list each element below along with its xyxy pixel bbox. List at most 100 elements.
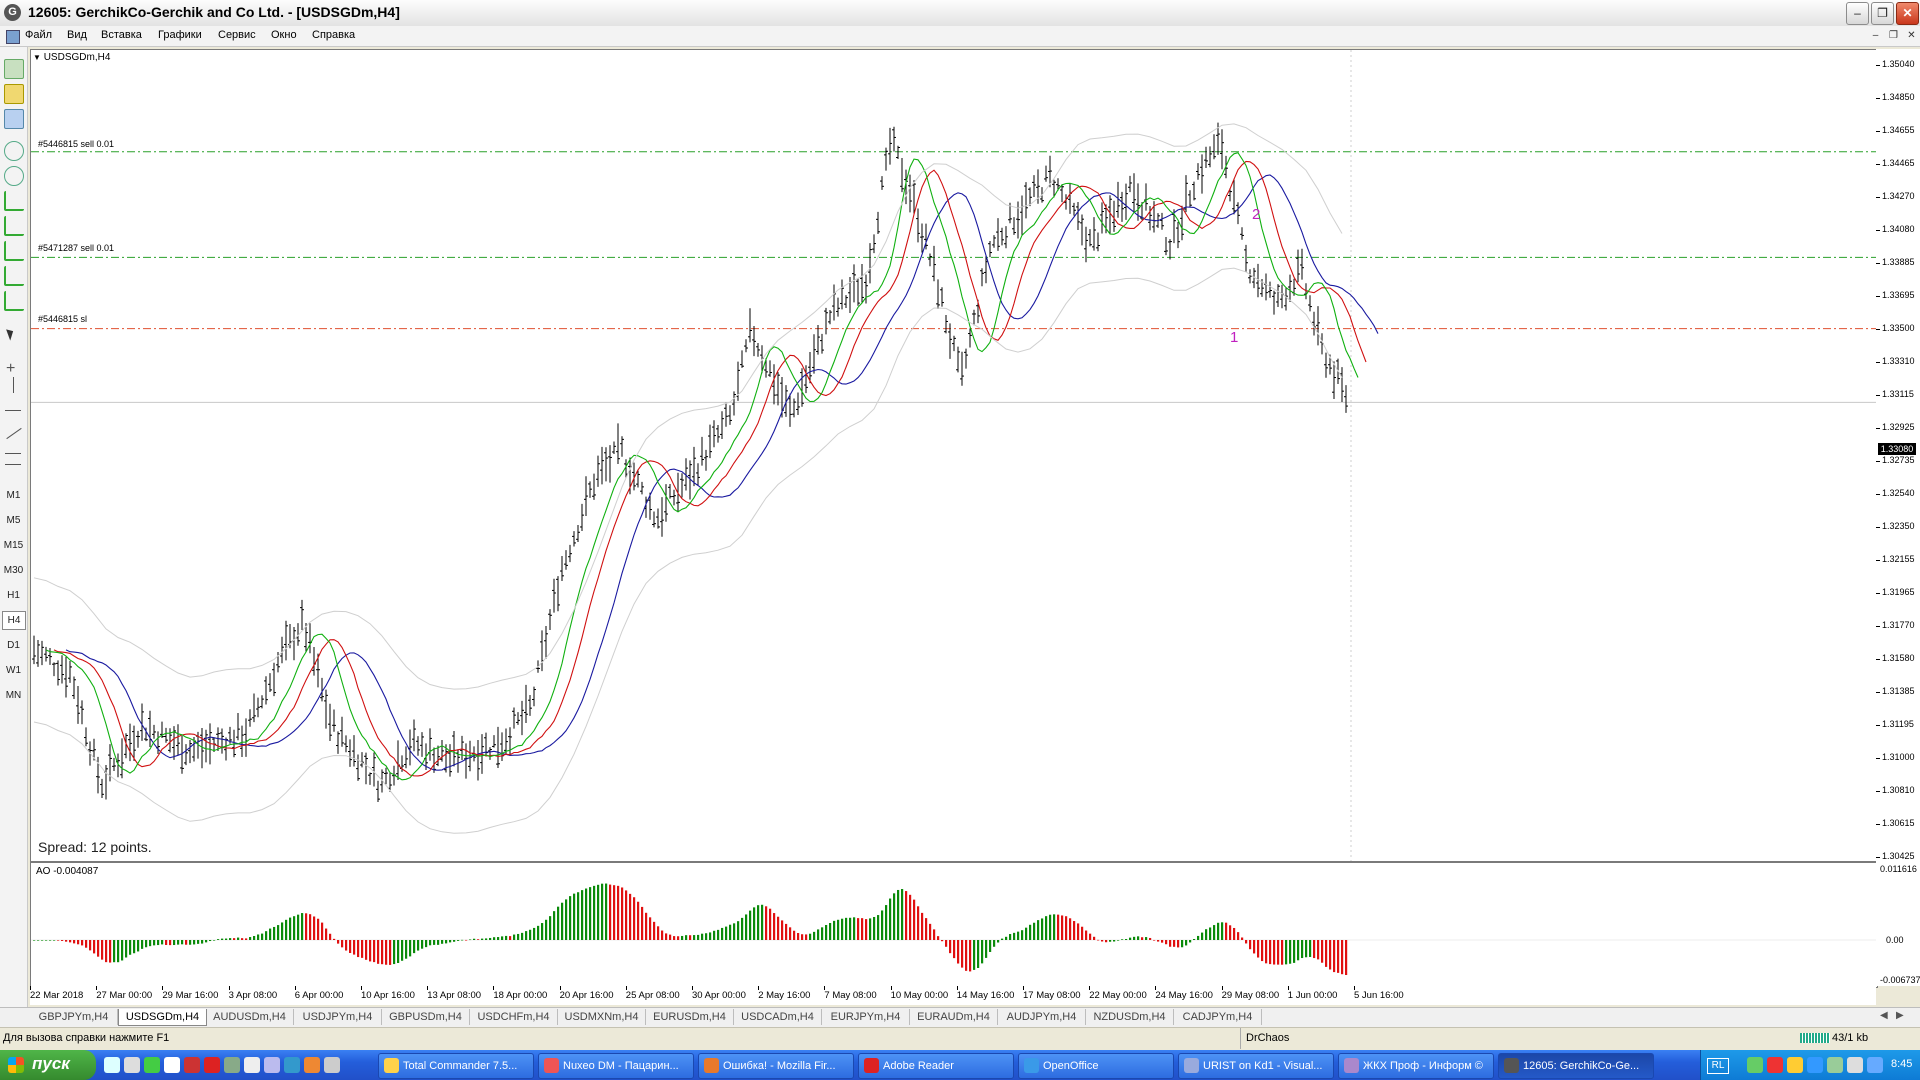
taskbar-item[interactable]: OpenOffice [1018, 1053, 1174, 1079]
menu-file[interactable]: Файл [25, 29, 52, 41]
quicklaunch-word-icon[interactable] [244, 1057, 260, 1073]
app-icon[interactable]: G [4, 4, 21, 21]
price-axis[interactable]: 1.35040 1.34850 1.34655 1.34465 1.34270 1.340… [1876, 49, 1920, 986]
taskbar-item[interactable]: Nuxeo DM - Пацарин... [538, 1053, 694, 1079]
vertical-line-icon[interactable] [13, 377, 14, 393]
chart-tab[interactable]: AUDJPYm,H4 [998, 1009, 1086, 1025]
quicklaunch-save-icon[interactable] [184, 1057, 200, 1073]
price-chart[interactable]: ▼ USDSGDm,H4 #5446815 sell 0.01 #5471287… [30, 49, 1878, 862]
ao-bar [1265, 940, 1268, 964]
quicklaunch-excel-icon[interactable] [144, 1057, 160, 1073]
horizontal-line-icon[interactable] [5, 410, 21, 411]
chart-tab[interactable]: NZDUSDm,H4 [1086, 1009, 1174, 1025]
ao-indicator-panel[interactable]: AO -0.004087 [30, 862, 1878, 988]
quicklaunch-extra-icon[interactable] [324, 1057, 340, 1073]
tray-icon-3[interactable] [1787, 1057, 1803, 1073]
menu-help[interactable]: Справка [312, 29, 355, 41]
quicklaunch-doc-icon[interactable] [164, 1057, 180, 1073]
navigator-icon[interactable] [4, 59, 24, 79]
tab-scroll-left-icon[interactable]: ◀ [1880, 1010, 1888, 1021]
ao-bar [545, 919, 548, 940]
taskbar-item[interactable]: ЖКХ Проф - Информ © [1338, 1053, 1494, 1079]
chart-tab[interactable]: GBPUSDm,H4 [382, 1009, 470, 1025]
start-button[interactable]: пуск [0, 1050, 96, 1080]
quicklaunch-calc-icon[interactable] [224, 1057, 240, 1073]
taskbar-item[interactable]: Adobe Reader [858, 1053, 1014, 1079]
timeframe-m5[interactable]: M5 [0, 515, 27, 526]
doc-icon[interactable] [6, 30, 20, 44]
taskbar-item[interactable]: 12605: GerchikCo-Ge... [1498, 1053, 1654, 1079]
timeframe-m15[interactable]: M15 [0, 540, 27, 551]
chart-tab[interactable]: USDJPYm,H4 [294, 1009, 382, 1025]
quicklaunch-pdf-icon[interactable] [204, 1057, 220, 1073]
chart-shift-icon[interactable] [4, 291, 24, 311]
terminal-icon[interactable] [4, 109, 24, 129]
chart-tab[interactable]: GBPJPYm,H4 [30, 1009, 118, 1025]
price-chart-canvas[interactable] [31, 50, 1877, 861]
chart-tab[interactable]: CADJPYm,H4 [1174, 1009, 1262, 1025]
menu-charts[interactable]: Графики [158, 29, 202, 41]
favorites-icon[interactable] [4, 84, 24, 104]
mdi-close-button[interactable]: ✕ [1904, 29, 1919, 43]
price-tick-mark [1876, 560, 1880, 562]
order-label-1[interactable]: #5446815 sell 0.01 [38, 139, 115, 149]
restore-button[interactable]: ❐ [1871, 2, 1894, 25]
menu-insert[interactable]: Вставка [101, 29, 142, 41]
timeframe-m30[interactable]: M30 [0, 565, 27, 576]
clock[interactable]: 8:45 [1891, 1058, 1912, 1070]
chart-tab[interactable]: USDCADm,H4 [734, 1009, 822, 1025]
quicklaunch-net-icon[interactable] [284, 1057, 300, 1073]
tray-icon-5[interactable] [1827, 1057, 1843, 1073]
tray-icon-6[interactable] [1847, 1057, 1863, 1073]
trendline-icon[interactable] [6, 427, 22, 440]
line-chart-icon[interactable] [4, 241, 24, 261]
ao-bar [849, 917, 852, 940]
language-indicator[interactable]: RL [1707, 1058, 1729, 1074]
channel-icon[interactable] [5, 453, 21, 465]
quicklaunch-tool-icon[interactable] [264, 1057, 280, 1073]
chart-tab[interactable]: EURAUDm,H4 [910, 1009, 998, 1025]
tray-icon-4[interactable] [1807, 1057, 1823, 1073]
chart-tab[interactable]: USDCHFm,H4 [470, 1009, 558, 1025]
chart-tab[interactable]: EURJPYm,H4 [822, 1009, 910, 1025]
chart-tab[interactable]: EURUSDm,H4 [646, 1009, 734, 1025]
quicklaunch-firefox-icon[interactable] [304, 1057, 320, 1073]
close-button[interactable]: ✕ [1896, 2, 1919, 25]
annotation-1[interactable]: 1 [1230, 329, 1238, 346]
quicklaunch-app-icon[interactable] [124, 1057, 140, 1073]
chart-tab[interactable]: USDMXNm,H4 [558, 1009, 646, 1025]
menu-view[interactable]: Вид [67, 29, 87, 41]
tab-scroll-right-icon[interactable]: ▶ [1896, 1010, 1904, 1021]
order-label-2[interactable]: #5471287 sell 0.01 [38, 243, 115, 253]
taskbar-item[interactable]: Total Commander 7.5... [378, 1053, 534, 1079]
annotation-2[interactable]: 2 [1252, 206, 1260, 223]
chart-tab[interactable]: AUDUSDm,H4 [206, 1009, 294, 1025]
timeframe-mn[interactable]: MN [0, 690, 27, 701]
order-label-sl[interactable]: #5446815 sl [38, 314, 88, 324]
menu-tools[interactable]: Сервис [218, 29, 256, 41]
crosshair-icon[interactable]: + [6, 360, 15, 378]
quicklaunch-ie-icon[interactable] [104, 1057, 120, 1073]
mdi-restore-button[interactable]: ❐ [1886, 29, 1901, 43]
zoom-out-icon[interactable] [4, 166, 24, 186]
zoom-in-icon[interactable] [4, 141, 24, 161]
mdi-minimize-button[interactable]: – [1868, 29, 1883, 43]
timeframe-w1[interactable]: W1 [0, 665, 27, 676]
minimize-button[interactable]: – [1846, 2, 1869, 25]
menu-window[interactable]: Окно [271, 29, 297, 41]
taskbar-item[interactable]: Ошибка! - Mozilla Fir... [698, 1053, 854, 1079]
bar-chart-icon[interactable] [4, 191, 24, 211]
chart-tab[interactable]: USDSGDm,H4 [118, 1009, 207, 1026]
cursor-icon[interactable] [6, 327, 16, 341]
tray-icon-7[interactable] [1867, 1057, 1883, 1073]
timeframe-d1[interactable]: D1 [0, 640, 27, 651]
timeframe-h4[interactable]: H4 [2, 611, 26, 630]
tray-icon-1[interactable] [1747, 1057, 1763, 1073]
autoscroll-icon[interactable] [4, 266, 24, 286]
candle-chart-icon[interactable] [4, 216, 24, 236]
taskbar-item[interactable]: URIST on Kd1 - Visual... [1178, 1053, 1334, 1079]
tray-icon-2[interactable] [1767, 1057, 1783, 1073]
timeframe-h1[interactable]: H1 [0, 590, 27, 601]
timeframe-m1[interactable]: M1 [0, 490, 27, 501]
taskbar-item-label: URIST on Kd1 - Visual... [1203, 1060, 1323, 1072]
